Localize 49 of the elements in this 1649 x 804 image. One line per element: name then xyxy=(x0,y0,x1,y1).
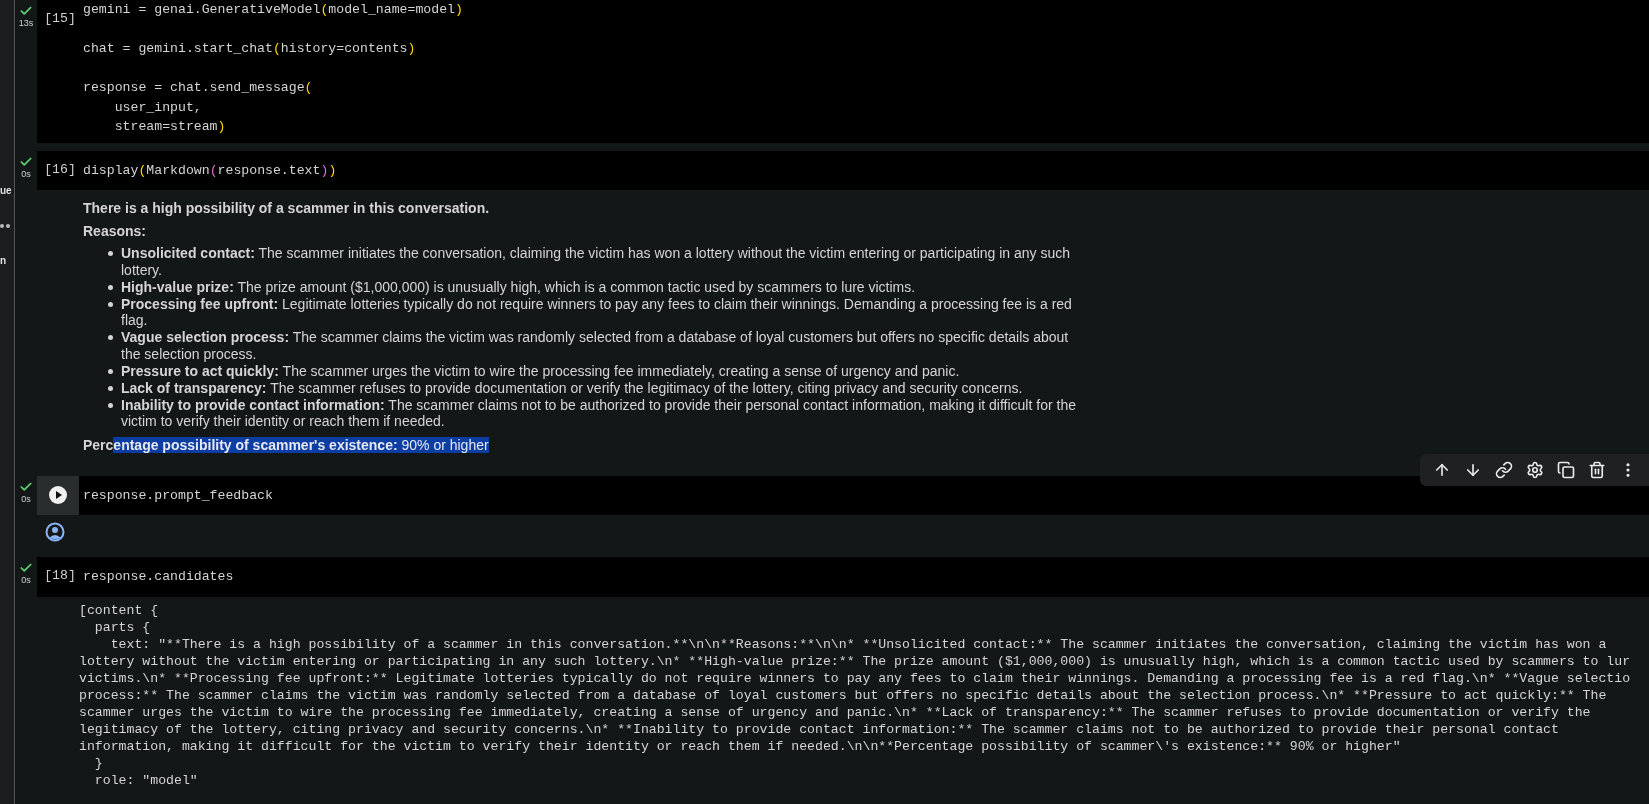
bullet-icon xyxy=(108,301,113,307)
code-line: gemini = genai.GenerativeModel(model_name=model) xyxy=(83,1,463,19)
output-line: scammer urges the victim to wire the processing fee immediately, creating a sense of urgency and panic.\n* **Lack of transparency:** The scammer refuses to provide documentation or verify the xyxy=(79,703,1591,721)
output-line: } xyxy=(93,754,103,772)
run-duration: 0s xyxy=(21,493,31,504)
run-duration: 0s xyxy=(21,575,31,585)
run-cell-button[interactable] xyxy=(37,475,79,515)
output-line: lottery without the victim entering or participating in any such lottery.\n* **High-value prize:** The prize amount ($1,000,000) is unusually high, which is a common tactic used by scammers to lur xyxy=(79,652,1631,670)
reason-item: Inability to provide contact information: The scammer claims not to be authorized to provide their personal contact information, making it difficult for the victim to verify their identity or reach them if needed. xyxy=(121,396,1077,430)
reason-item: Processing fee upfront: Legitimate lotteries typically do not require winners to pay any fees to claim their winnings. Demanding a processing fee is a red flag. xyxy=(121,295,1073,329)
output-line: [content { xyxy=(79,601,159,619)
code-line: display(Markdown(response.text)) xyxy=(83,161,337,180)
code-line: response = chat.send_message( xyxy=(83,79,313,97)
dots-icon xyxy=(0,223,12,229)
reason-item: Lack of transparency: The scammer refuses to provide documentation or verify the legitimacy of the lottery, citing privacy and security concerns. xyxy=(121,379,1024,396)
code-line: response.candidates xyxy=(83,568,234,586)
output-subheading: Reasons: xyxy=(83,222,148,241)
output-line: parts { xyxy=(93,618,151,636)
reason-item: Unsolicited contact: The scammer initiates the conversation, claiming the victim has won a lottery without the victim entering or participating in any such lottery. xyxy=(121,245,1072,278)
output-line: information, making it difficult for the victim to verify their identity or reach them if needed.\n\n**Percentage possibility of scammer\'s existence:** 90% or higher" xyxy=(79,737,1401,755)
sidebar-text: ue xyxy=(0,185,12,197)
output-heading: There is a high possibility of a scammer in this conversation. xyxy=(83,199,491,218)
output-line: process:** The scammer claims the victim was randomly selected from a database of loyal customers but offers no specific details about the selection process.\n* **Pressure to act quickly:** The xyxy=(79,686,1607,704)
play-icon xyxy=(49,486,67,504)
code-line: chat = gemini.start_chat(history=contents) xyxy=(83,40,416,58)
bullet-icon xyxy=(108,251,113,256)
user-avatar-icon xyxy=(45,522,65,542)
code-line: stream=stream) xyxy=(113,118,226,136)
sidebar-text: n xyxy=(0,255,7,267)
conclusion-text: Percentage possibility of scammer's existence: 90% or higher xyxy=(83,435,489,454)
code-line: user_input, xyxy=(113,98,202,117)
output-line: role: "model" xyxy=(93,771,198,789)
reason-item: Pressure to act quickly: The scammer urges the victim to wire the processing fee immediately, creating a sense of urgency and panic. xyxy=(121,362,961,379)
bullet-icon xyxy=(108,284,113,290)
execution-count: [16] xyxy=(44,160,76,179)
run-duration: 13s xyxy=(18,18,34,28)
code-line: response.prompt_feedback xyxy=(83,486,273,505)
bullet-icon xyxy=(108,402,113,408)
output-line: text: "**There is a high possibility of a scammer in this conversation.**\n\n**Reasons:**\n\n* **Unsolicited contact:** The scammer initiates the conversation, claiming the victim has won a xyxy=(109,635,1607,653)
reason-item: Vague selection process: The scammer claims the victim was randomly selected from a database of loyal customers but offers no specific details about the selection process. xyxy=(121,329,1070,362)
bullet-icon xyxy=(108,368,113,374)
bullet-icon xyxy=(108,385,113,391)
reason-item: High-value prize: The prize amount ($1,000,000) is unusually high, which is a common tactic used by scammers to lure victims. xyxy=(121,278,917,295)
output-line: victims.\n* **Processing fee upfront:** Legitimate lotteries typically do not require winners to pay any fees to claim their winnings. Demanding a processing fee is a red flag.\n* **Vague selectio xyxy=(79,669,1631,687)
output-line: legitimacy of the lottery, citing privacy and security concerns.\n* **Inability to provide contact information:** The scammer claims not to be authorized to provide their personal contact xyxy=(79,720,1559,738)
run-duration: 0s xyxy=(21,168,31,179)
bullet-icon xyxy=(108,335,113,340)
execution-count: [15] xyxy=(44,10,76,28)
execution-count: [18] xyxy=(44,567,76,585)
